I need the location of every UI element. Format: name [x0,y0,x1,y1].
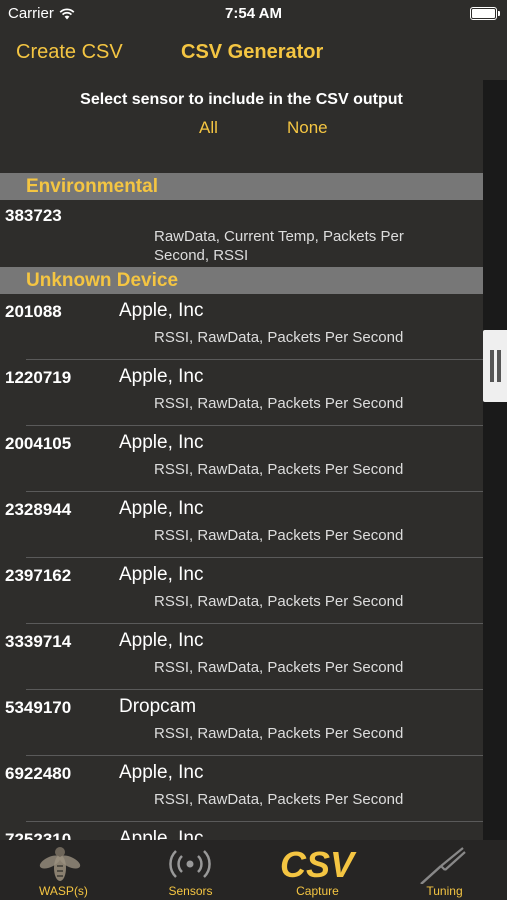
sensor-name: Apple, Inc [119,366,204,387]
status-time: 7:54 AM [225,5,282,22]
list-item[interactable]: 6922480 Apple, Inc RSSI, RawData, Packet… [0,756,483,822]
sensor-detail: RSSI, RawData, Packets Per Second [154,659,404,676]
sensor-name: Apple, Inc [119,300,204,321]
select-all-button[interactable]: All [199,118,218,138]
sensor-id: 2004105 [5,434,72,453]
select-none-button[interactable]: None [287,118,328,138]
sensor-id: 1220719 [5,368,72,387]
side-drawer-handle[interactable] [483,330,507,402]
sensor-detail: RSSI, RawData, Packets Per Second [154,395,404,412]
sensor-name: Apple, Inc [119,432,204,453]
sensor-detail: RSSI, RawData, Packets Per Second [154,461,404,478]
sensor-name: Apple, Inc [119,762,204,783]
selection-prompt: Select sensor to include in the CSV outp… [80,91,403,108]
tab-label: WASP(s) [39,884,88,898]
sensor-id: 5349170 [5,698,72,717]
list-item[interactable]: 5349170 Dropcam RSSI, RawData, Packets P… [0,690,483,756]
sensor-detail: RSSI, RawData, Packets Per Second [154,329,404,346]
list-item[interactable]: 1220719 Apple, Inc RSSI, RawData, Packet… [0,360,483,426]
create-csv-button[interactable]: Create CSV [16,41,123,64]
sensor-id: 383723 [5,206,62,225]
section-title: Unknown Device [26,270,179,291]
handle-grip-bar [490,350,494,382]
sensor-list[interactable]: Select sensor to include in the CSV outp… [0,80,483,840]
sensor-detail: RSSI, RawData, Packets Per Second [154,725,404,742]
page-title: CSV Generator [181,41,324,63]
svg-text:CSV: CSV [280,844,357,884]
sensor-id: 6922480 [5,764,72,783]
section-header-unknown-device: Unknown Device [0,267,483,294]
list-item[interactable]: 201088 Apple, Inc RSSI, RawData, Packets… [0,294,483,360]
navigation-bar: Create CSV CSV Generator [0,28,507,80]
tuning-fork-icon [420,847,466,884]
sensor-detail: RSSI, RawData, Packets Per Second [154,593,404,610]
sensor-id: 3339714 [5,632,72,651]
sensor-name: Apple, Inc [119,630,204,651]
section-title: Environmental [26,176,158,197]
sensor-detail: RawData, Current Temp, Packets Per Secon… [154,228,404,264]
tab-label: Capture [296,884,339,898]
list-item[interactable]: 7252310 Apple, Inc [0,822,483,840]
battery-icon [470,7,500,20]
list-item[interactable]: 3339714 Apple, Inc RSSI, RawData, Packet… [0,624,483,690]
tab-label: Tuning [426,884,463,898]
sensor-id: 2328944 [5,500,72,519]
sensor-id: 201088 [5,302,62,321]
sensor-detail: RSSI, RawData, Packets Per Second [154,791,404,808]
sensor-id: 7252310 [5,830,72,840]
csv-icon: CSV [280,844,357,884]
sensor-id: 2397162 [5,566,72,585]
sensor-detail: RSSI, RawData, Packets Per Second [154,527,404,544]
tab-label: Sensors [168,884,213,898]
sensor-name: Dropcam [119,696,197,717]
list-item[interactable]: 2397162 Apple, Inc RSSI, RawData, Packet… [0,558,483,624]
sensor-name: Apple, Inc [119,828,204,840]
list-item[interactable]: 383723 RawData, Current Temp, Packets Pe… [0,200,483,266]
tab-capture[interactable]: CSV Capture [254,840,381,900]
wasp-icon [39,847,81,881]
sensor-name: Apple, Inc [119,564,204,585]
list-item[interactable]: 2328944 Apple, Inc RSSI, RawData, Packet… [0,492,483,558]
broadcast-icon [169,850,211,878]
list-item[interactable]: 2004105 Apple, Inc RSSI, RawData, Packet… [0,426,483,492]
status-bar: Carrier 7:54 AM [0,0,507,28]
tab-bar: WASP(s) Sensors CSV Capture Tuning [0,840,507,900]
sensor-name: Apple, Inc [119,498,204,519]
tab-wasps[interactable]: WASP(s) [0,840,127,900]
tab-sensors[interactable]: Sensors [127,840,254,900]
handle-grip-bar [497,350,501,382]
tab-tuning[interactable]: Tuning [381,840,507,900]
section-header-environmental: Environmental [0,173,483,200]
